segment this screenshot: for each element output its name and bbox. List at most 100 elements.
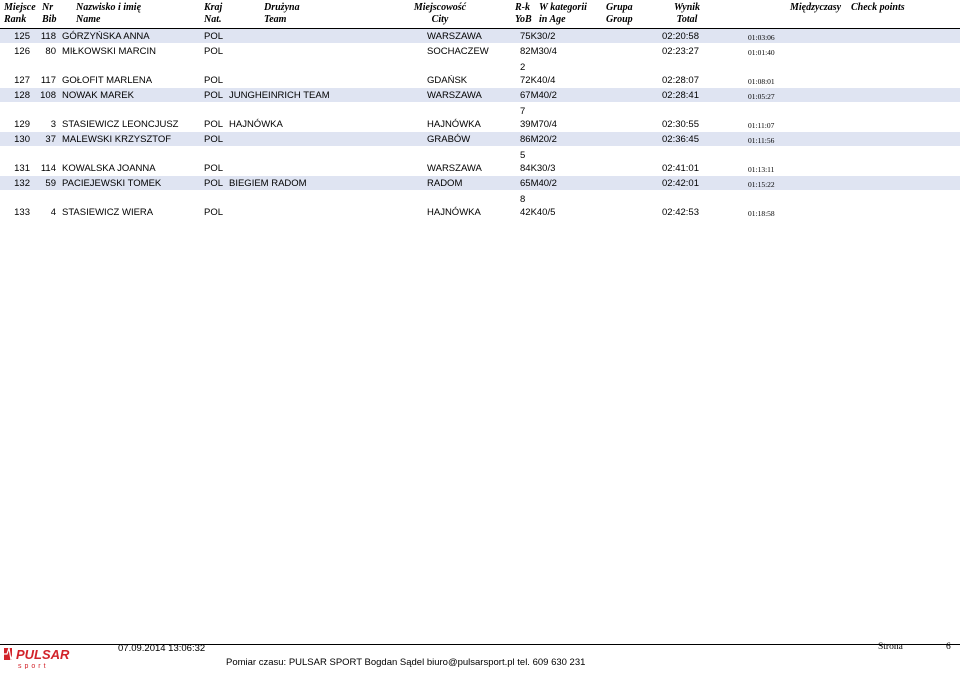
cell-city: HAJNÓWKA	[427, 207, 481, 218]
cell-rank: 131	[14, 163, 30, 174]
cell-split: 01:01:40	[748, 48, 775, 57]
col-header-nat: Kraj Nat.	[204, 2, 223, 25]
cell-bib: 108	[40, 90, 56, 101]
cell-split: 01:05:27	[748, 92, 775, 101]
cell-name: KOWALSKA JOANNA	[62, 163, 156, 174]
footer-timestamp: 07.09.2014 13:06:32	[118, 643, 206, 654]
cell-total: 02:23:27	[662, 46, 699, 57]
cell-bib: 114	[40, 163, 56, 174]
cell-team: HAJNÓWKA	[229, 119, 283, 130]
table-row: 132 59 PACIEJEWSKI TOMEK POL BIEGIEM RADOM RA…	[0, 176, 960, 190]
cell-nat: POL	[204, 134, 224, 145]
cell-bib: 80	[45, 46, 56, 57]
cell-nat: POL	[204, 207, 224, 218]
cell-name: STASIEWICZ WIERA	[62, 207, 154, 218]
col-header-city: Miejscowość City	[413, 2, 467, 25]
footer-page-number: 6	[946, 642, 951, 652]
cell-bib: 117	[40, 75, 56, 86]
cell-cat: 67M40/2	[520, 90, 557, 101]
cell-cat: 82M30/4	[520, 46, 557, 57]
cell-name: MALEWSKI KRZYSZTOF	[62, 134, 172, 145]
col-header-team: Drużyna Team	[264, 2, 300, 25]
cell-total: 02:36:45	[662, 134, 699, 145]
cell-rank: 127	[14, 75, 30, 86]
cell-split: 01:11:56	[748, 136, 775, 145]
category-note: 7	[520, 106, 526, 117]
table-row: 125 118 GÓRZYŃSKA ANNA POL WARSZAWA 75K30/2 02…	[0, 29, 960, 43]
table-row: 127 117 GOŁOFIT MARLENA POL GDAŃSK 72K40/4 02:…	[0, 73, 960, 87]
cell-split: 01:03:06	[748, 33, 775, 42]
cell-cat: 65M40/2	[520, 178, 557, 189]
cell-team: JUNGHEINRICH TEAM	[229, 90, 330, 101]
cell-team: BIEGIEM RADOM	[229, 178, 307, 189]
logo-subtext: sport	[18, 663, 49, 669]
pulsar-sport-logo: PULSAR sport	[4, 645, 76, 670]
col-header-yob: R-k YoB	[515, 2, 532, 25]
cell-name: MIŁKOWSKI MARCIN	[62, 46, 156, 57]
cell-city: GDAŃSK	[427, 75, 468, 86]
cell-nat: POL	[204, 119, 224, 130]
cell-rank: 133	[14, 207, 30, 218]
cell-total: 02:28:41	[662, 90, 699, 101]
table-row: 133 4 STASIEWICZ WIERA POL HAJNÓWKA 42K40/5 02…	[0, 205, 960, 219]
cell-nat: POL	[204, 46, 224, 57]
cell-name: STASIEWICZ LEONCJUSZ	[62, 119, 179, 130]
table-row: 126 80 MIŁKOWSKI MARCIN POL SOCHACZEW 82M30/4…	[0, 44, 960, 58]
col-header-group: Grupa Group	[606, 2, 633, 25]
col-header-name: Nazwisko i imię Name	[76, 2, 142, 25]
cell-total: 02:42:53	[662, 207, 699, 218]
cell-total: 02:30:55	[662, 119, 699, 130]
footer-credits: Pomiar czasu: PULSAR SPORT Bogdan Sądel …	[226, 657, 586, 668]
cell-nat: POL	[204, 90, 224, 101]
cell-rank: 132	[14, 178, 30, 189]
results-header: Miejsce Rank Nr Bib Nazwisko i imię Name Kr…	[0, 0, 960, 29]
cell-nat: POL	[204, 163, 224, 174]
col-header-splits: Międzyczasy	[790, 2, 842, 13]
cell-bib: 37	[45, 134, 56, 145]
cell-cat: 75K30/2	[520, 31, 556, 42]
cell-city: HAJNÓWKA	[427, 119, 481, 130]
cell-cat: 84K30/3	[520, 163, 556, 174]
cell-name: GÓRZYŃSKA ANNA	[62, 31, 150, 42]
cell-cat: 39M70/4	[520, 119, 557, 130]
cell-total: 02:42:01	[662, 178, 699, 189]
cell-cat: 72K40/4	[520, 75, 556, 86]
category-note: 8	[520, 194, 526, 205]
cell-city: GRABÓW	[427, 134, 471, 145]
cell-bib: 118	[40, 31, 56, 42]
cell-city: RADOM	[427, 178, 463, 189]
category-note: 5	[520, 150, 526, 161]
cell-nat: POL	[204, 75, 224, 86]
cell-total: 02:41:01	[662, 163, 699, 174]
cell-nat: POL	[204, 178, 224, 189]
table-row: 129 3 STASIEWICZ LEONCJUSZ POL HAJNÓWKA HAJNÓ…	[0, 117, 960, 131]
cell-city: WARSZAWA	[427, 31, 482, 42]
cell-rank: 129	[14, 119, 30, 130]
cell-city: SOCHACZEW	[427, 46, 489, 57]
cell-split: 01:08:01	[748, 77, 775, 86]
cell-bib: 59	[45, 178, 56, 189]
cell-name: PACIEJEWSKI TOMEK	[62, 178, 162, 189]
cell-total: 02:20:58	[662, 31, 699, 42]
cell-total: 02:28:07	[662, 75, 699, 86]
cell-split: 01:18:58	[748, 209, 775, 218]
cell-rank: 125	[14, 31, 30, 42]
cell-split: 01:15:22	[748, 180, 775, 189]
cell-rank: 126	[14, 46, 30, 57]
col-header-age-category: W kategorii in Age	[539, 2, 587, 25]
cell-name: NOWAK MAREK	[62, 90, 134, 101]
cell-nat: POL	[204, 31, 224, 42]
cell-bib: 4	[50, 207, 56, 218]
table-row: 128 108 NOWAK MAREK POL JUNGHEINRICH TEAM WAR…	[0, 88, 960, 102]
col-header-total: Wynik Total	[673, 2, 701, 25]
col-header-bib: Nr Bib	[42, 2, 57, 25]
table-row: 130 37 MALEWSKI KRZYSZTOF POL GRABÓW 86M20/2 0…	[0, 132, 960, 146]
cell-split: 01:11:07	[748, 121, 775, 130]
cell-city: WARSZAWA	[427, 163, 482, 174]
col-header-rank: Miejsce Rank	[4, 2, 36, 25]
cell-rank: 130	[14, 134, 30, 145]
cell-cat: 86M20/2	[520, 134, 557, 145]
col-header-check-points: Check points	[851, 2, 905, 13]
cell-rank: 128	[14, 90, 30, 101]
cell-city: WARSZAWA	[427, 90, 482, 101]
